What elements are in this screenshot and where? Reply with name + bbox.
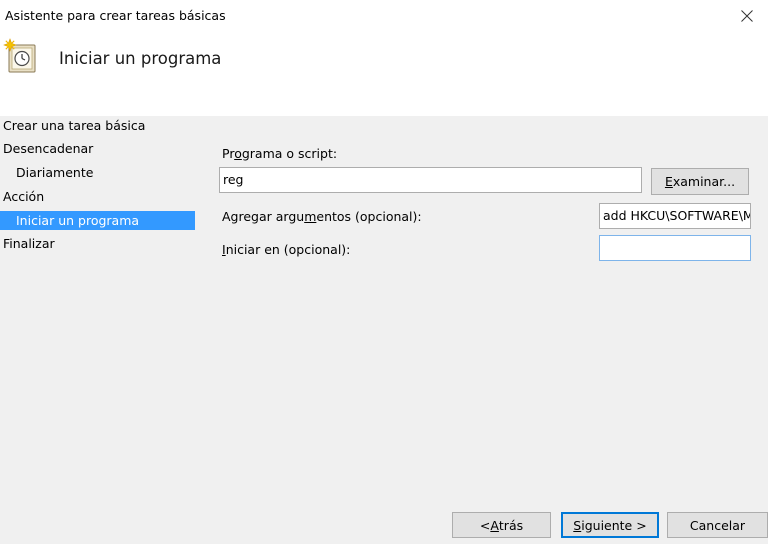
step-crear-tarea: Crear una tarea básica <box>3 118 146 133</box>
step-accion: Acción <box>3 189 45 204</box>
step-iniciar-programa: Iniciar un programa <box>0 211 195 230</box>
wizard-header: Iniciar un programa <box>0 34 768 116</box>
program-input[interactable]: reg <box>219 167 642 193</box>
page-heading: Iniciar un programa <box>59 49 222 68</box>
title-bar: Asistente para crear tareas básicas <box>0 0 768 34</box>
browse-button[interactable]: Examinar... <box>651 168 749 195</box>
close-icon <box>741 10 753 22</box>
next-button[interactable]: Siguiente > <box>561 512 659 538</box>
start-in-input[interactable] <box>599 235 751 261</box>
start-in-label: Iniciar en (opcional): <box>222 242 351 257</box>
arguments-label: Agregar argumentos (opcional): <box>222 209 422 224</box>
step-diariamente: Diariamente <box>16 165 94 180</box>
back-button[interactable]: < Atrás <box>452 512 551 538</box>
step-finalizar: Finalizar <box>3 236 55 251</box>
cancel-button[interactable]: Cancelar <box>667 512 768 538</box>
step-desencadenar: Desencadenar <box>3 141 94 156</box>
program-label: Programa o script: <box>222 146 338 161</box>
arguments-input[interactable]: add HKCU\SOFTWARE\M <box>599 203 751 229</box>
window-title: Asistente para crear tareas básicas <box>5 8 226 23</box>
close-button[interactable] <box>732 2 762 30</box>
task-scheduler-clock-icon <box>3 38 36 73</box>
